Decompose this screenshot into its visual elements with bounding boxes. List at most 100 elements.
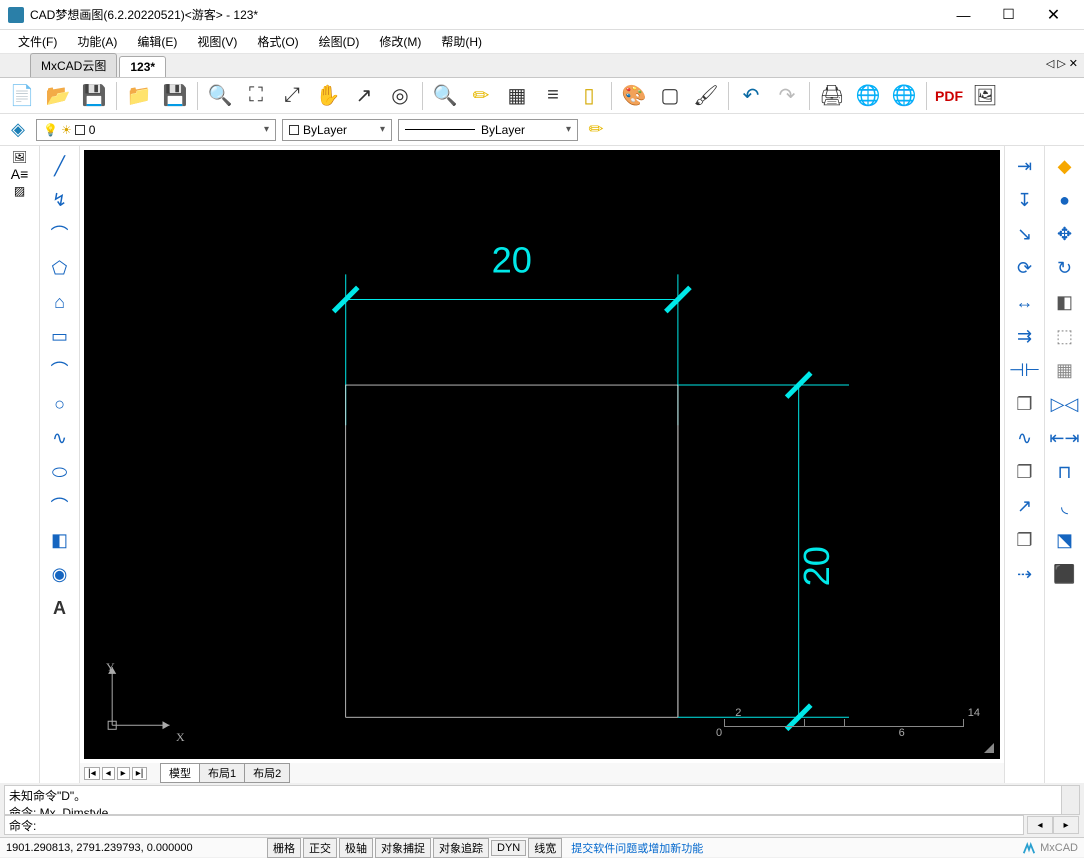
command-history[interactable]: 未知命令"D"。 命令: Mx_Dimstyle [4, 785, 1080, 815]
menu-draw[interactable]: 绘图(D) [309, 29, 370, 54]
move-icon[interactable]: ❐ [1009, 524, 1041, 556]
array-icon[interactable]: ❐ [1009, 456, 1041, 488]
layout-tab-model[interactable]: 模型 [160, 763, 200, 783]
arc2-icon[interactable]: ⌒ [44, 354, 76, 386]
hatch-icon[interactable]: ▨ [14, 184, 25, 198]
rectangle-icon[interactable]: ▭ [44, 320, 76, 352]
stretch-box-icon[interactable]: ⬚ [1049, 320, 1081, 352]
image-icon[interactable]: 🖼 [969, 80, 1001, 112]
extend-icon[interactable]: ↧ [1009, 184, 1041, 216]
properties-icon[interactable]: ▦ [501, 80, 533, 112]
paint-icon[interactable]: 🖌 [690, 80, 722, 112]
print-icon[interactable]: 🖨 [816, 80, 848, 112]
break-icon[interactable]: ⊣⊢ [1009, 354, 1041, 386]
mark-icon[interactable]: ▯ [573, 80, 605, 112]
menu-edit[interactable]: 编辑(E) [127, 29, 187, 54]
zoom-previous-icon[interactable]: 🔍 [429, 80, 461, 112]
spline-icon[interactable]: ∿ [44, 422, 76, 454]
explode-icon[interactable]: ⬛ [1049, 558, 1081, 590]
edit-pencil-icon[interactable]: ✏ [465, 80, 497, 112]
zoom-all-icon[interactable]: ◎ [384, 80, 416, 112]
globe-download-icon[interactable]: 🌐 [888, 80, 920, 112]
tab-next-icon[interactable]: ▷ [1057, 57, 1065, 70]
color-select[interactable]: ByLayer ▾ [282, 119, 392, 141]
command-line[interactable]: 命令: ◂ ▸ [4, 815, 1024, 835]
mirror-icon[interactable]: ↔ [1009, 286, 1041, 318]
cmd-next-icon[interactable]: ▸ [1053, 816, 1079, 834]
maximize-button[interactable]: ☐ [986, 0, 1031, 30]
open-cloud-icon[interactable]: 📂 [42, 80, 74, 112]
redo-icon[interactable]: ↷ [771, 80, 803, 112]
command-input[interactable] [40, 818, 1019, 832]
stretch-icon[interactable]: ↗ [1009, 490, 1041, 522]
mirror-tri-icon[interactable]: ▷◁ [1049, 388, 1081, 420]
dim-arrow-icon[interactable]: ⇢ [1009, 558, 1041, 590]
ellipse-icon[interactable]: ⬭ [44, 456, 76, 488]
menu-help[interactable]: 帮助(H) [431, 29, 492, 54]
array-rect-icon[interactable]: ▦ [1049, 354, 1081, 386]
tab-123[interactable]: 123* [119, 56, 166, 77]
menu-function[interactable]: 功能(A) [67, 29, 127, 54]
zoom-window-icon[interactable]: ⛶ [240, 80, 272, 112]
tab-close-icon[interactable]: ✕ [1069, 57, 1078, 70]
snap-grid-button[interactable]: 栅格 [267, 838, 301, 858]
layer-select[interactable]: 💡 ☀ 0 ▾ [36, 119, 276, 141]
lineweight-button[interactable]: 线宽 [528, 838, 562, 858]
polygon-icon[interactable]: ⬠ [44, 252, 76, 284]
ortho-button[interactable]: 正交 [303, 838, 337, 858]
chamfer-icon[interactable]: ⬔ [1049, 524, 1081, 556]
drawing-canvas[interactable]: 20 20 Y X 2 14 0 [84, 150, 1000, 759]
cmd-scrollbar[interactable] [1061, 786, 1079, 814]
circle-tool-icon[interactable]: ● [1049, 184, 1081, 216]
menu-view[interactable]: 视图(V) [187, 29, 247, 54]
menu-format[interactable]: 格式(O) [247, 29, 308, 54]
otrack-button[interactable]: 对象追踪 [433, 838, 489, 858]
new-file-icon[interactable]: 📄 [6, 80, 38, 112]
globe-icon[interactable]: 🌐 [852, 80, 884, 112]
pan-icon[interactable]: ✋ [312, 80, 344, 112]
join-icon[interactable]: ⊓ [1049, 456, 1081, 488]
tab-mxcad-cloud[interactable]: MxCAD云图 [30, 53, 117, 77]
donut-icon[interactable]: ◉ [44, 558, 76, 590]
house-icon[interactable]: ⌂ [44, 286, 76, 318]
text-icon[interactable]: A [44, 592, 76, 624]
zoom-in-icon[interactable]: 🔍 [204, 80, 236, 112]
minimize-button[interactable]: — [941, 0, 986, 30]
layout-tab-2[interactable]: 布局2 [244, 763, 290, 783]
feedback-link[interactable]: 提交软件问题或增加新功能 [571, 840, 703, 856]
zoom-extents-icon[interactable]: ⤢ [276, 80, 308, 112]
save-icon[interactable]: 💾 [78, 80, 110, 112]
layers-icon[interactable]: 🎨 [618, 80, 650, 112]
wave-icon[interactable]: ∿ [1009, 422, 1041, 454]
scale-box-icon[interactable]: ◧ [1049, 286, 1081, 318]
scale-icon[interactable]: ↘ [1009, 218, 1041, 250]
pdf-icon[interactable]: PDF [933, 80, 965, 112]
rotate-tool-icon[interactable]: ↻ [1049, 252, 1081, 284]
copy-icon[interactable]: ❐ [1009, 388, 1041, 420]
layout-tab-1[interactable]: 布局1 [199, 763, 245, 783]
break-line-icon[interactable]: ⇤⇥ [1049, 422, 1081, 454]
layer-properties-icon[interactable]: ◈ [6, 118, 30, 142]
undo-icon[interactable]: ↶ [735, 80, 767, 112]
tab-prev-icon[interactable]: ◁ [1046, 57, 1054, 70]
save-as-icon[interactable]: 💾 [159, 80, 191, 112]
polar-button[interactable]: 极轴 [339, 838, 373, 858]
dyn-button[interactable]: DYN [491, 840, 526, 856]
polyline-icon[interactable]: ↯ [44, 184, 76, 216]
rotate-icon[interactable]: ⟳ [1009, 252, 1041, 284]
line-icon[interactable]: ╱ [44, 150, 76, 182]
fillet-icon[interactable]: ◟ [1049, 490, 1081, 522]
layout-next-icon[interactable]: ▸ [117, 767, 130, 780]
zoom-scale-icon[interactable]: ↗ [348, 80, 380, 112]
point-block-icon[interactable]: ◧ [44, 524, 76, 556]
ellipse-arc-icon[interactable]: ⌒ [44, 490, 76, 522]
trim-icon[interactable]: ⇥ [1009, 150, 1041, 182]
erase-icon[interactable]: ◆ [1049, 150, 1081, 182]
layout-prev-icon[interactable]: ◂ [102, 767, 115, 780]
move-tool-icon[interactable]: ✥ [1049, 218, 1081, 250]
close-button[interactable]: ✕ [1031, 0, 1076, 30]
osnap-button[interactable]: 对象捕捉 [375, 838, 431, 858]
image-insert-icon[interactable]: 🖼 [12, 150, 27, 164]
edit-style-icon[interactable]: ✏ [584, 118, 608, 142]
box-icon[interactable]: ▢ [654, 80, 686, 112]
